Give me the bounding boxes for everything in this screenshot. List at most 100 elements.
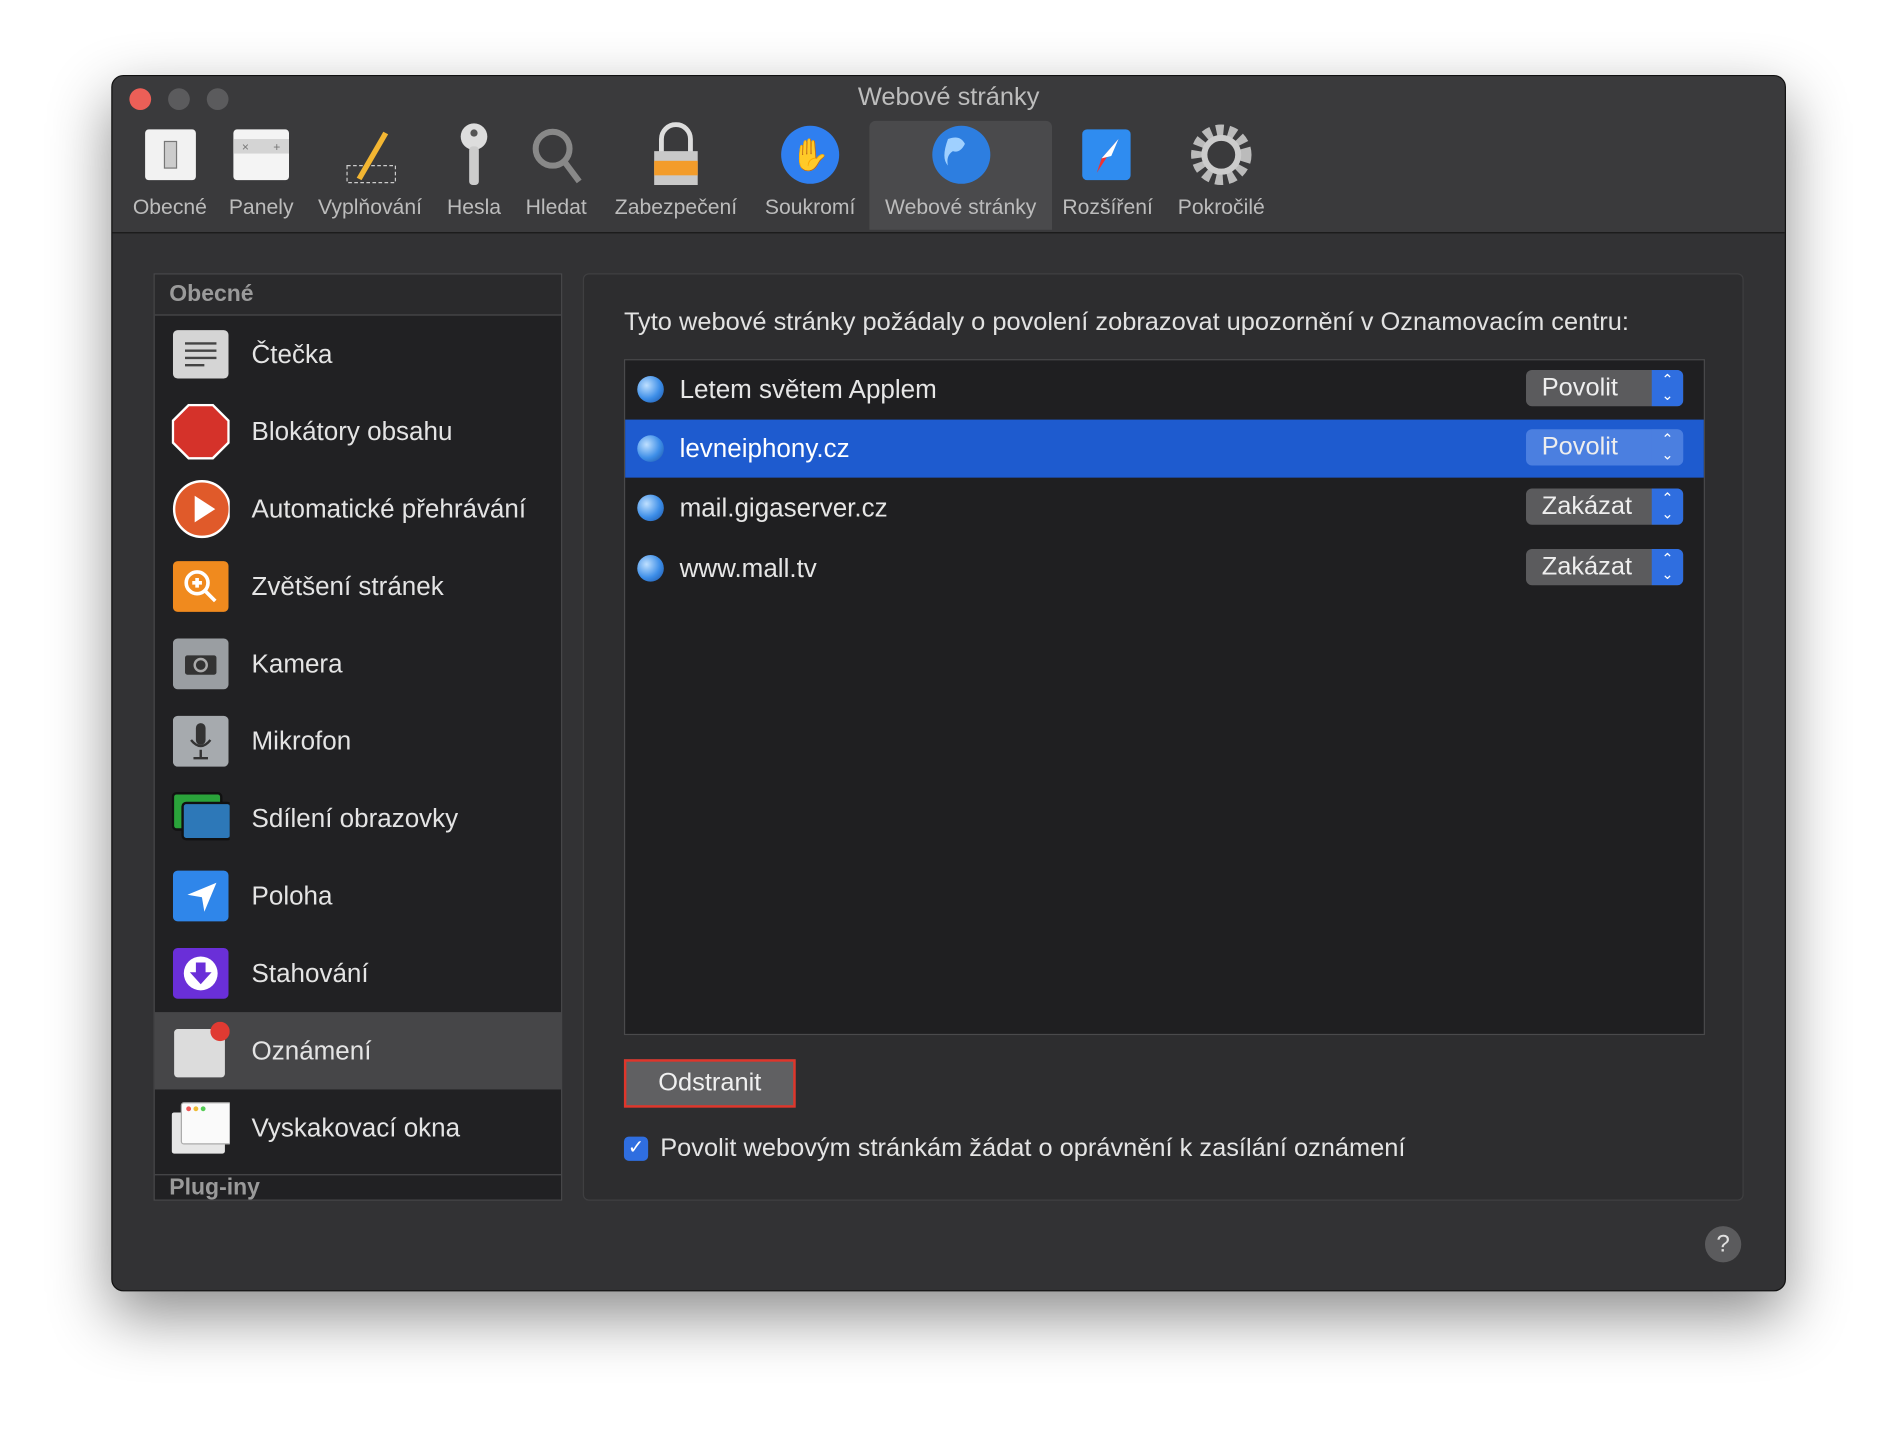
microphone-icon	[172, 712, 230, 770]
gear-icon	[1169, 121, 1273, 189]
sidebar-item-oznameni[interactable]: Oznámení	[154, 1012, 562, 1090]
table-row[interactable]: Letem světem Applem Povolit ⌃ ⌄	[625, 360, 1704, 418]
sidebar-item-sdileni[interactable]: Sdílení obrazovky	[155, 780, 561, 857]
tab-label: Vyplňování	[318, 194, 422, 219]
sidebar-item-label: Stahování	[251, 958, 369, 988]
stop-sign-icon	[171, 403, 230, 461]
sidebar-item-stahovani[interactable]: Stahování	[155, 935, 561, 1012]
globe-icon	[637, 494, 664, 522]
tab-soukromi[interactable]: ✋ Soukromí	[758, 121, 862, 230]
sidebar-item-label: Čtečka	[251, 339, 333, 369]
switch-icon	[125, 121, 216, 189]
tab-label: Obecné	[132, 194, 207, 219]
svg-text:×: ×	[242, 140, 249, 154]
table-row[interactable]: mail.gigaserver.cz Zakázat ⌃ ⌄	[625, 479, 1704, 537]
tab-label: Webové stránky	[885, 194, 1037, 219]
globe-icon	[869, 121, 1052, 189]
tab-hledat[interactable]: Hledat	[519, 121, 594, 230]
pencil-icon	[310, 121, 431, 189]
location-arrow-icon	[172, 867, 230, 925]
globe-icon	[637, 435, 664, 462]
site-name: mail.gigaserver.cz	[679, 492, 888, 522]
sidebar-item-zoom[interactable]: Zvětšení stránek	[155, 548, 561, 625]
puzzle-icon	[1058, 121, 1157, 189]
play-icon	[172, 480, 230, 539]
sidebar-section-header: Plug-iny	[154, 1174, 562, 1200]
tab-hesla[interactable]: Hesla	[439, 121, 509, 230]
sidebar-item-label: Sdílení obrazovky	[251, 803, 459, 833]
site-name: Letem světem Applem	[679, 374, 937, 404]
tab-label: Hledat	[525, 194, 587, 219]
permission-select[interactable]: Zakázat ⌃ ⌄	[1526, 488, 1684, 525]
camera-icon	[172, 635, 230, 693]
permission-select[interactable]: Zakázat ⌃ ⌄	[1526, 548, 1684, 586]
sidebar-item-label: Vyskakovací okna	[251, 1113, 461, 1143]
popup-windows-icon	[171, 1099, 230, 1157]
window-title: Webové stránky	[857, 83, 1040, 112]
site-name: www.mall.tv	[679, 553, 817, 583]
screen-sharing-icon	[171, 790, 230, 848]
remove-button[interactable]: Odstranit	[623, 1059, 796, 1108]
sidebar-item-poloha[interactable]: Poloha	[155, 857, 561, 934]
tab-label: Zabezpečení	[614, 194, 738, 219]
globe-icon	[637, 555, 664, 582]
tab-label: Rozšíření	[1062, 194, 1153, 219]
chevron-up-down-icon: ⌃ ⌄	[1651, 370, 1684, 407]
chevron-up-down-icon: ⌃ ⌄	[1651, 488, 1684, 525]
lock-icon	[606, 121, 746, 189]
toolbar: Webové stránky Obecné × + Panely Vyplňov…	[112, 76, 1785, 234]
permission-select[interactable]: Povolit ⌃ ⌄	[1526, 370, 1684, 407]
magnifier-icon	[519, 121, 594, 189]
sidebar-item-label: Mikrofon	[251, 726, 352, 756]
chevron-up-down-icon: ⌃ ⌄	[1651, 548, 1684, 586]
sidebar-item-label: Blokátory obsahu	[251, 416, 453, 446]
sidebar: Obecné Čtečka Blokátory obsahu Automatic…	[153, 273, 563, 1201]
checkmark-icon[interactable]: ✓	[623, 1136, 649, 1161]
sidebar-item-label: Zvětšení stránek	[251, 571, 444, 601]
tab-obecne[interactable]: Obecné	[125, 121, 216, 230]
sidebar-item-popups[interactable]: Vyskakovací okna	[155, 1089, 561, 1166]
tab-label: Panely	[228, 194, 294, 219]
tab-label: Soukromí	[764, 194, 856, 219]
zoom-in-icon	[172, 557, 230, 615]
table-row[interactable]: levneiphony.cz Povolit ⌃ ⌄	[625, 419, 1704, 478]
checkbox-label: Povolit webovým stránkám žádat o oprávně…	[660, 1134, 1406, 1163]
tab-rozsireni[interactable]: Rozšíření	[1058, 121, 1157, 230]
tab-panely[interactable]: × + Panely	[219, 121, 304, 230]
sidebar-item-kamera[interactable]: Kamera	[155, 625, 561, 702]
tab-zabezpeceni[interactable]: Zabezpečení	[606, 121, 746, 230]
table-row[interactable]: www.mall.tv Zakázat ⌃ ⌄	[625, 539, 1704, 597]
notification-icon	[172, 1021, 230, 1080]
help-button[interactable]: ?	[1704, 1226, 1742, 1263]
tab-webove-stranky[interactable]: Webové stránky	[869, 120, 1053, 230]
sidebar-item-blokatory[interactable]: Blokátory obsahu	[155, 393, 561, 470]
sidebar-item-label: Automatické přehrávání	[251, 493, 527, 523]
sidebar-item-ctecka[interactable]: Čtečka	[155, 316, 561, 393]
tabs-icon: × +	[219, 121, 304, 189]
download-icon	[172, 944, 230, 1002]
tab-vyplnovani[interactable]: Vyplňování	[310, 121, 431, 230]
svg-text:+: +	[273, 140, 280, 154]
site-name: levneiphony.cz	[679, 433, 850, 463]
sidebar-item-label: Kamera	[251, 648, 343, 678]
globe-icon	[637, 376, 664, 403]
preferences-window: Webové stránky Obecné × + Panely Vyplňov…	[111, 74, 1786, 1292]
sidebar-item-label: Oznámení	[251, 1035, 372, 1065]
hand-icon: ✋	[758, 121, 862, 189]
sidebar-section-header: Obecné	[154, 274, 562, 316]
sidebar-item-label: Poloha	[251, 880, 333, 910]
svg-text:✋: ✋	[791, 137, 830, 173]
reader-icon	[172, 325, 230, 383]
sidebar-item-autoplay[interactable]: Automatické přehrávání	[155, 470, 561, 547]
sidebar-item-mikrofon[interactable]: Mikrofon	[155, 703, 561, 780]
tab-pokrocile[interactable]: Pokročilé	[1169, 121, 1273, 230]
site-list[interactable]: Letem světem Applem Povolit ⌃ ⌄ levneiphon…	[623, 359, 1705, 1036]
notifications-panel: Tyto webové stránky požádaly o povolení …	[582, 273, 1744, 1201]
panel-heading: Tyto webové stránky požádaly o povolení …	[623, 308, 1629, 337]
allow-requests-checkbox[interactable]: ✓ Povolit webovým stránkám žádat o oprávn…	[623, 1134, 1406, 1163]
tab-label: Pokročilé	[1177, 194, 1265, 219]
tab-label: Hesla	[446, 194, 502, 219]
chevron-up-down-icon: ⌃ ⌄	[1651, 429, 1684, 466]
key-icon	[439, 121, 509, 189]
permission-select[interactable]: Povolit ⌃ ⌄	[1526, 429, 1684, 466]
